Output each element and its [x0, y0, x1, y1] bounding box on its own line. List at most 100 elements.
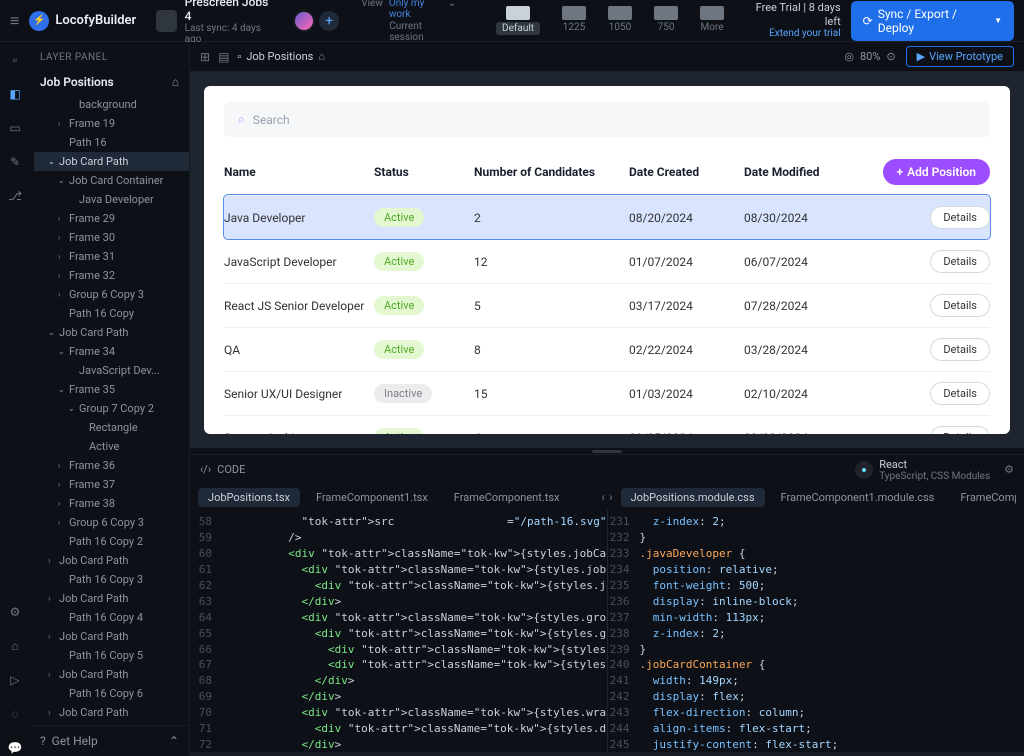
code-section-label: CODE — [217, 463, 245, 476]
layer-item[interactable]: background — [34, 95, 189, 114]
layer-item[interactable]: ›Frame 30 — [34, 228, 189, 247]
layers-icon[interactable]: ◧ — [7, 86, 23, 102]
code-tab[interactable]: FrameComponent.module.css — [950, 488, 1016, 507]
col-modified: Date Modified — [744, 165, 859, 179]
layer-item[interactable]: ›Frame 32 — [34, 266, 189, 285]
layer-item[interactable]: ›Job Card Path — [34, 703, 189, 722]
code-tab[interactable]: JobPositions.module.css — [621, 488, 765, 507]
details-button[interactable]: Details — [930, 426, 990, 434]
details-button[interactable]: Details — [930, 250, 990, 273]
layer-item[interactable]: Path 16 Copy 4 — [34, 608, 189, 627]
layer-item[interactable]: Path 16 Copy — [34, 304, 189, 323]
details-button[interactable]: Details — [930, 338, 990, 361]
react-icon — [855, 461, 873, 479]
breakpoint-default[interactable]: Default — [496, 6, 540, 35]
grid-view-icon[interactable]: ⊞ — [200, 50, 210, 64]
sync-export-deploy-button[interactable]: ⟳ Sync / Export / Deploy — [851, 1, 1014, 41]
logo-icon: ⚡ — [29, 11, 49, 31]
layer-item[interactable]: ›Group 6 Copy 3 — [34, 285, 189, 304]
table-row[interactable]: System Architector Active 4 02/25/2024 0… — [224, 415, 990, 434]
layer-item[interactable]: Java Developer — [34, 190, 189, 209]
details-button[interactable]: Details — [930, 382, 990, 405]
pages-icon[interactable]: ▫ — [7, 52, 23, 68]
canvas-tab[interactable]: ▫ Job Positions ⌂ — [237, 50, 325, 63]
layer-item[interactable]: ⌄Group 7 Copy 2 — [34, 399, 189, 418]
chevron-left-icon[interactable]: ‹ — [601, 490, 605, 504]
table-row[interactable]: JavaScript Developer Active 12 01/07/202… — [224, 239, 990, 283]
home-icon[interactable]: ⌂ — [7, 638, 23, 654]
code-tab[interactable]: FrameComponent.tsx — [444, 488, 570, 507]
layer-item[interactable]: Path 16 Copy 5 — [34, 646, 189, 665]
chevron-icon: › — [48, 556, 56, 565]
view-mode-selector[interactable]: View Only my work ⌄ Current session — [361, 0, 456, 43]
layer-item[interactable]: Path 16 — [34, 133, 189, 152]
layer-panel-root[interactable]: Job Positions ⌂ — [30, 69, 189, 95]
chevron-right-icon[interactable]: › — [609, 490, 613, 504]
chat-icon[interactable]: 💬 — [7, 740, 23, 756]
code-editor-right[interactable]: 231 z-index: 2;232}233.javaDeveloper {23… — [608, 510, 1024, 752]
chevron-icon: ⌄ — [58, 385, 66, 394]
layer-item[interactable]: ›Job Card Path — [34, 551, 189, 570]
menu-icon[interactable]: ≡ — [10, 11, 19, 31]
layer-item[interactable]: Path 16 Copy 3 — [34, 570, 189, 589]
layer-item[interactable]: ›Job Card Path — [34, 665, 189, 684]
project-name: Prescreen Jobs 4 — [185, 0, 274, 23]
components-icon[interactable]: ✎ — [7, 154, 23, 170]
add-position-button[interactable]: + Add Position — [883, 159, 990, 185]
sync-icon: ⟳ — [863, 14, 873, 28]
breakpoint-750[interactable]: 750 — [654, 6, 678, 35]
layer-item[interactable]: ›Frame 19 — [34, 114, 189, 133]
details-button[interactable]: Details — [930, 206, 990, 229]
code-editor-left[interactable]: 58 "tok-attr">src="/path-16.svg"59 />60 … — [190, 510, 607, 752]
list-view-icon[interactable]: ▤ — [218, 50, 229, 64]
breakpoint-1225[interactable]: 1225 — [562, 6, 586, 35]
table-row[interactable]: QA Active 8 02/22/2024 03/28/2024 Detail… — [224, 327, 990, 371]
assets-icon[interactable]: ▭ — [7, 120, 23, 136]
layer-item[interactable]: ›Job Card Path — [34, 589, 189, 608]
code-tab[interactable]: JobPositions.tsx — [198, 488, 300, 507]
layer-item[interactable]: ›Job Card Path — [34, 627, 189, 646]
layer-item[interactable]: ›Frame 36 — [34, 456, 189, 475]
layer-item[interactable]: ›Frame 38 — [34, 494, 189, 513]
code-line: 63 </div> — [190, 594, 607, 610]
add-collaborator-button[interactable]: + — [319, 11, 339, 31]
layer-item[interactable]: ⌄Frame 34 — [34, 342, 189, 361]
layer-item[interactable]: ›Group 6 Copy 3 — [34, 513, 189, 532]
zoom-level[interactable]: 80% — [860, 50, 880, 63]
gear-icon[interactable]: ⚙ — [1004, 463, 1014, 476]
layer-item[interactable]: ›Frame 31 — [34, 247, 189, 266]
layer-item[interactable]: ›Frame 29 — [34, 209, 189, 228]
code-tab[interactable]: FrameComponent1.tsx — [306, 488, 438, 507]
details-button[interactable]: Details — [930, 294, 990, 317]
layer-item[interactable]: ⌄Job Card Container — [34, 171, 189, 190]
table-row[interactable]: React JS Senior Developer Active 5 03/17… — [224, 283, 990, 327]
layer-item[interactable]: JavaScript Dev... — [34, 361, 189, 380]
framework-badge[interactable]: React TypeScript, CSS Modules ⚙ — [855, 458, 1014, 482]
play-icon[interactable]: ▷ — [7, 672, 23, 688]
breakpoint-more[interactable]: More — [700, 6, 724, 35]
help-icon[interactable]: ◌ — [7, 706, 23, 722]
github-icon[interactable]: ⎇ — [7, 188, 23, 204]
layer-item[interactable]: ⌄Frame 35 — [34, 380, 189, 399]
layer-item[interactable]: ›Frame 37 — [34, 475, 189, 494]
table-row[interactable]: Senior UX/UI Designer Inactive 15 01/03/… — [224, 371, 990, 415]
layer-item[interactable]: Active — [34, 437, 189, 456]
project-info[interactable]: Prescreen Jobs 4 Last sync: 4 days ago — [156, 0, 273, 45]
avatar[interactable] — [293, 10, 315, 32]
layer-item[interactable]: Path 16 Copy 2 — [34, 532, 189, 551]
target-icon[interactable]: ◎ — [844, 50, 854, 63]
layer-item[interactable]: Rectangle — [34, 418, 189, 437]
zoom-fit-icon[interactable]: ⊙ — [886, 50, 895, 63]
settings-icon[interactable]: ⚙ — [7, 604, 23, 620]
layer-item[interactable]: ⌄Job Card Path — [34, 152, 189, 171]
code-tab[interactable]: FrameComponent1.module.css — [771, 488, 945, 507]
breakpoint-1050[interactable]: 1050 — [608, 6, 632, 35]
get-help-button[interactable]: ? Get Help ⌃ — [30, 725, 189, 756]
code-line: 72 </div> — [190, 737, 607, 752]
layer-item[interactable]: Path 16 Copy 6 — [34, 684, 189, 703]
view-prototype-button[interactable]: ▶ View Prototype — [906, 46, 1014, 67]
extend-trial-link[interactable]: Extend your trial — [744, 28, 841, 40]
layer-item[interactable]: ⌄Job Card Path — [34, 323, 189, 342]
table-row[interactable]: Java Developer Active 2 08/20/2024 08/30… — [224, 195, 990, 239]
search-input[interactable]: ⌕ Search — [224, 102, 990, 137]
